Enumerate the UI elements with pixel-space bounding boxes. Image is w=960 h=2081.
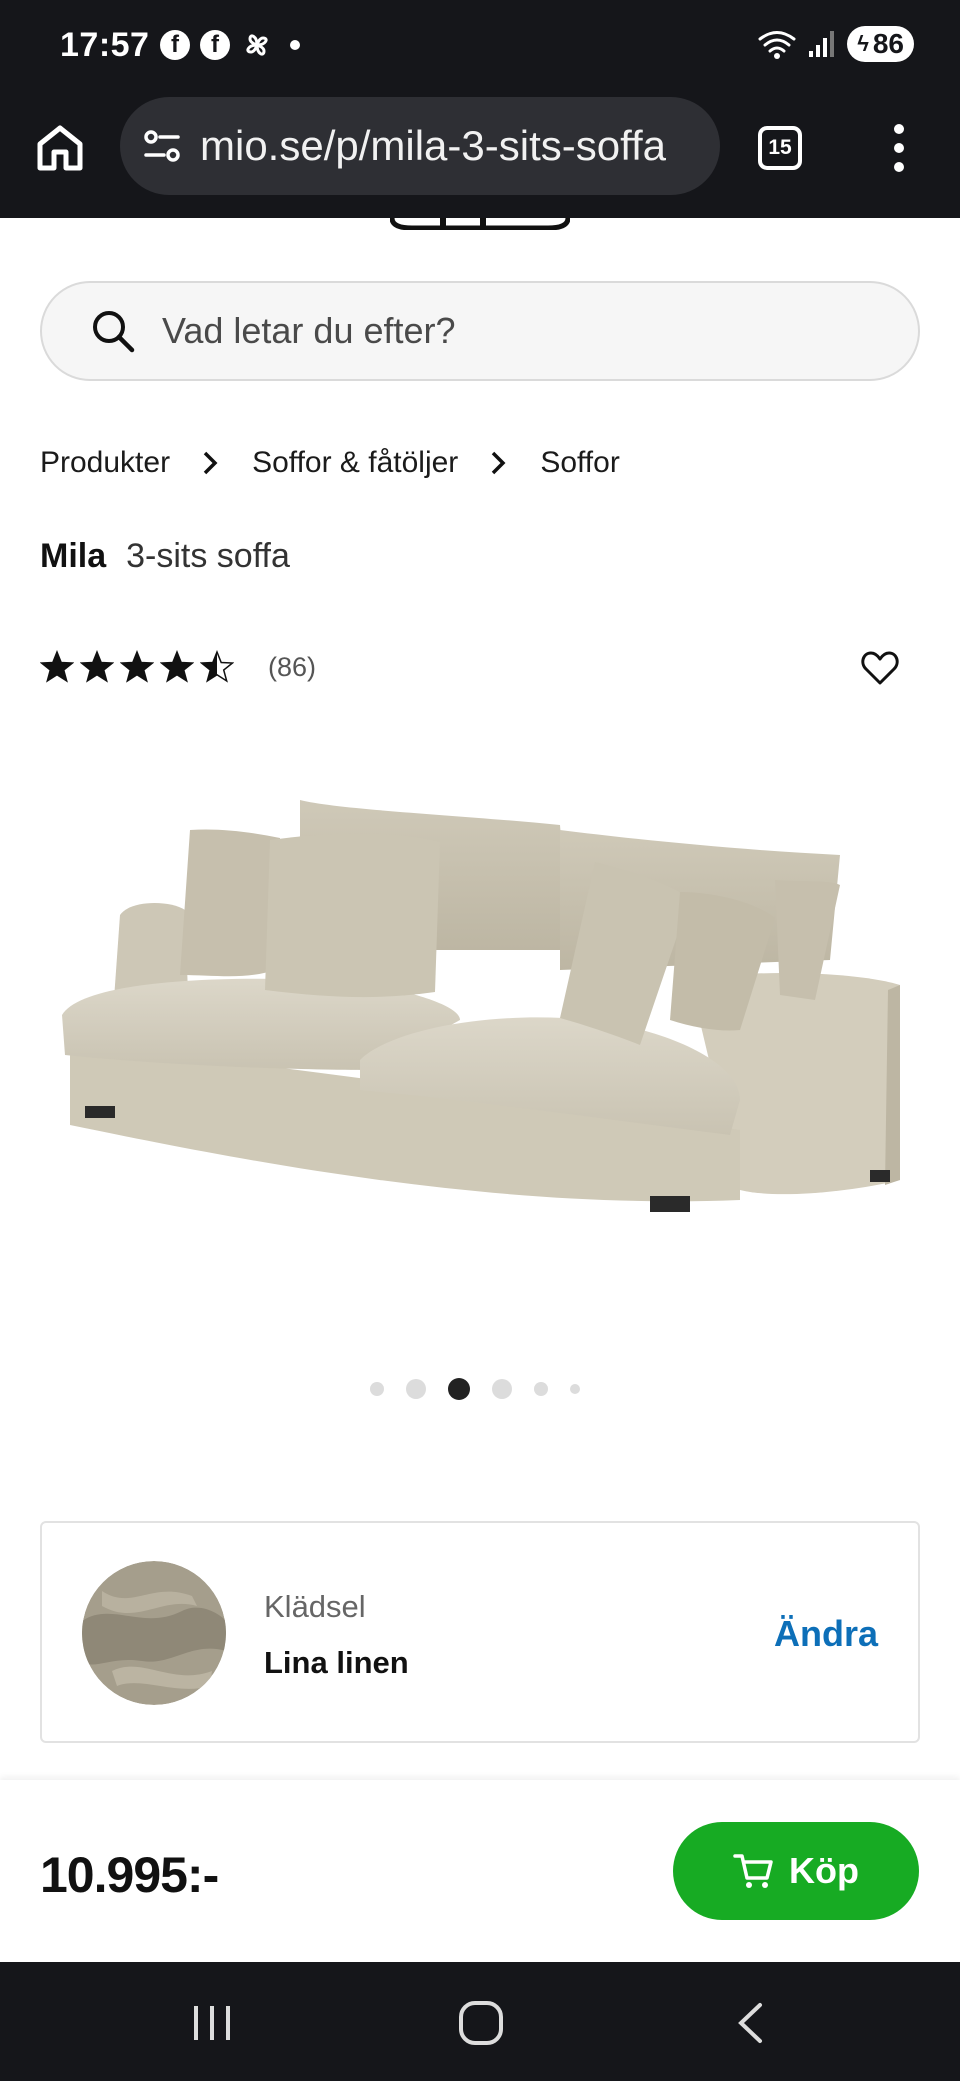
- carousel-dot[interactable]: [492, 1379, 512, 1399]
- upholstery-option-card[interactable]: Klädsel Lina linen Ändra: [40, 1521, 920, 1743]
- cart-icon: [733, 1854, 773, 1888]
- product-subtitle: 3-sits soffa: [126, 537, 290, 575]
- site-logo[interactable]: [390, 218, 570, 230]
- search-icon: [93, 311, 135, 353]
- product-image-sofa[interactable]: [40, 770, 920, 1310]
- battery-level: 86: [872, 28, 904, 59]
- breadcrumb-item-sofas-armchairs[interactable]: Soffor & fåtöljer: [252, 446, 458, 480]
- browser-menu-icon[interactable]: [886, 124, 912, 172]
- url-text[interactable]: mio.se/p/mila-3-sits-soffa: [200, 122, 666, 170]
- facebook-icon: f: [160, 30, 190, 60]
- carousel-dot[interactable]: [370, 1382, 384, 1396]
- star-full-icon: [80, 650, 114, 683]
- status-time: 17:57: [60, 26, 150, 64]
- carousel-dot[interactable]: [570, 1384, 580, 1394]
- recent-apps-icon[interactable]: [190, 2004, 234, 2042]
- system-status-icons: ϟ 86: [757, 26, 914, 62]
- heart-icon[interactable]: [860, 648, 900, 688]
- breadcrumb: Produkter Soffor & fåtöljer Soffor: [40, 446, 620, 480]
- pinwheel-icon: [246, 34, 268, 56]
- home-icon[interactable]: [34, 122, 86, 174]
- notification-dot-icon: [290, 40, 300, 50]
- signal-icon: [809, 31, 835, 57]
- breadcrumb-item-products[interactable]: Produkter: [40, 446, 170, 480]
- system-navigation-bar: [0, 1962, 960, 2081]
- carousel-dot-active[interactable]: [448, 1378, 470, 1400]
- buy-button-label: Köp: [789, 1850, 859, 1891]
- address-bar[interactable]: mio.se/p/mila-3-sits-soffa: [120, 97, 720, 195]
- option-value: Lina linen: [264, 1645, 409, 1680]
- product-title: Mila 3-sits soffa: [40, 537, 290, 576]
- star-full-icon: [160, 650, 194, 683]
- notification-icons: f f: [160, 28, 300, 62]
- site-settings-icon[interactable]: [142, 126, 182, 166]
- product-name: Mila: [40, 537, 107, 575]
- carousel-dot[interactable]: [534, 1382, 548, 1396]
- fabric-swatch-image: [82, 1561, 226, 1705]
- star-full-icon: [120, 650, 154, 683]
- review-count[interactable]: (86): [268, 652, 316, 683]
- product-price: 10.995:-: [40, 1847, 219, 1903]
- option-label: Klädsel: [264, 1589, 366, 1624]
- browser-toolbar: mio.se/p/mila-3-sits-soffa 15: [0, 92, 960, 218]
- search-input[interactable]: [162, 310, 842, 352]
- battery-icon: ϟ 86: [847, 26, 914, 62]
- buy-button[interactable]: Köp: [673, 1822, 919, 1920]
- status-bar: 17:57 f f ϟ 86: [0, 0, 960, 92]
- chevron-right-icon: [492, 451, 506, 475]
- back-icon[interactable]: [736, 2002, 764, 2044]
- chevron-right-icon: [203, 451, 218, 475]
- change-option-link[interactable]: Ändra: [774, 1613, 878, 1655]
- search-bar[interactable]: [40, 281, 920, 381]
- purchase-bar: 10.995:- Köp: [0, 1780, 960, 1962]
- home-nav-icon[interactable]: [458, 2000, 504, 2046]
- image-carousel-dots: [370, 1378, 602, 1400]
- wifi-icon: [758, 31, 796, 59]
- carousel-dot[interactable]: [406, 1379, 426, 1399]
- rating-stars: [40, 650, 234, 684]
- facebook-icon: f: [200, 30, 230, 60]
- tab-switcher-button[interactable]: 15: [758, 126, 802, 170]
- star-half-icon: [200, 650, 234, 683]
- product-rating[interactable]: (86): [40, 650, 316, 684]
- breadcrumb-item-sofas[interactable]: Soffor: [540, 446, 620, 480]
- star-full-icon: [40, 650, 74, 683]
